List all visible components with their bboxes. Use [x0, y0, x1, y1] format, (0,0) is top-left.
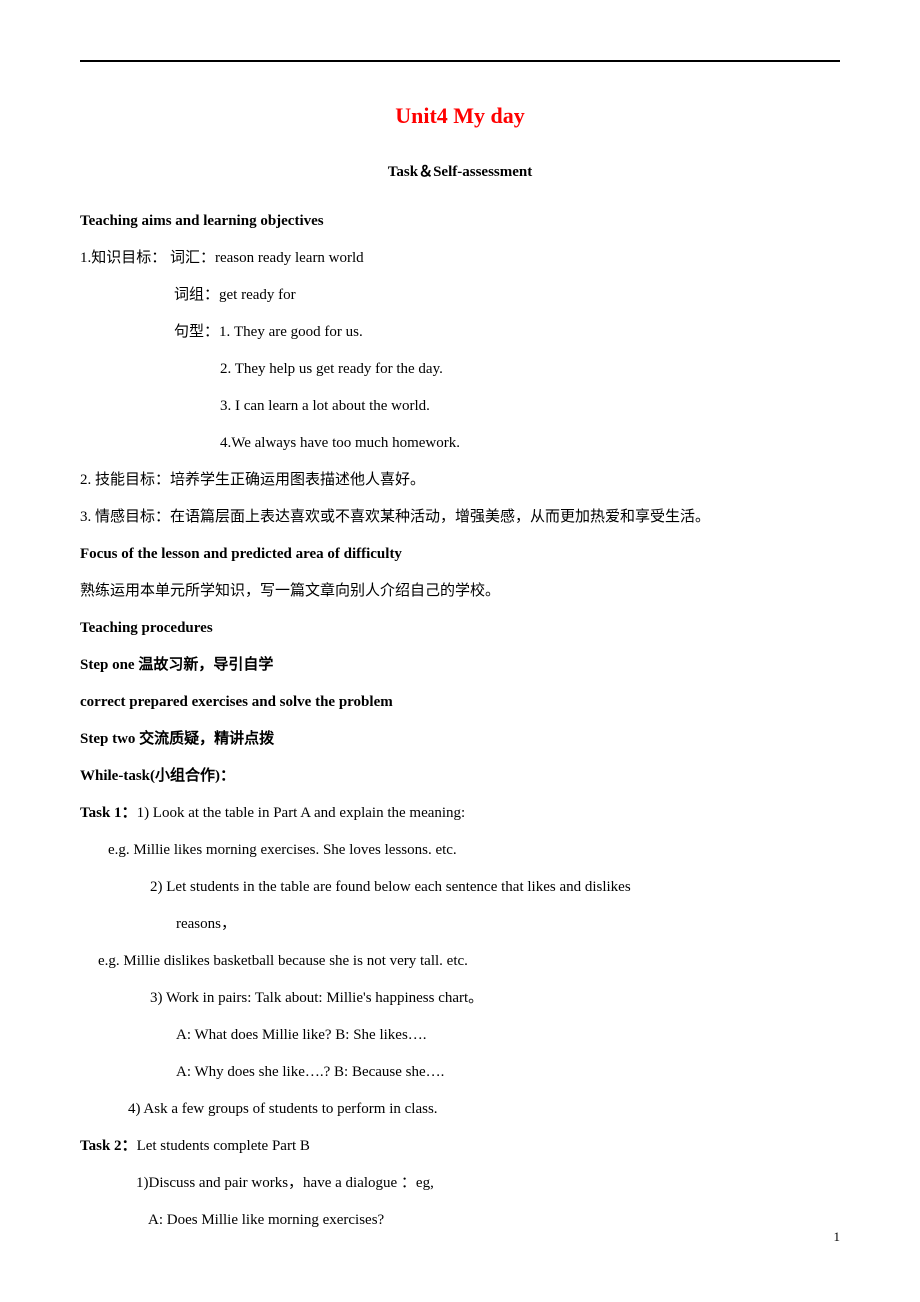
task2-1: 1)Discuss and pair works，have a dialogue…	[80, 1167, 840, 1200]
focus-heading: Focus of the lesson and predicted area o…	[80, 538, 840, 571]
aim1-sentence4: 4.We always have too much homework.	[80, 427, 840, 460]
page-number: 1	[834, 1223, 841, 1252]
task1-1: 1) Look at the table in Part A and expla…	[137, 805, 466, 821]
step2-heading: Step two 交流质疑，精讲点拨	[80, 723, 840, 756]
aim1-sentence3: 3. I can learn a lot about the world.	[80, 390, 840, 423]
aims-heading: Teaching aims and learning objectives	[80, 205, 840, 238]
task1-2b: reasons，	[80, 908, 840, 941]
aim1-vocab: 1.知识目标： 词汇：reason ready learn world	[80, 242, 840, 275]
focus-body: 熟练运用本单元所学知识，写一篇文章向别人介绍自己的学校。	[80, 575, 840, 608]
step1-heading: Step one 温故习新，导引自学	[80, 649, 840, 682]
aim1-phrase: 词组：get ready for	[80, 279, 840, 312]
task1-2: 2) Let students in the table are found b…	[80, 871, 840, 904]
aim1-sentence2: 2. They help us get ready for the day.	[80, 353, 840, 386]
step1-body: correct prepared exercises and solve the…	[80, 686, 840, 719]
aim2: 2. 技能目标：培养学生正确运用图表描述他人喜好。	[80, 464, 840, 497]
task1-label: Task 1：	[80, 805, 137, 821]
task1-3a: A: What does Millie like? B: She likes….	[80, 1019, 840, 1052]
task1-eg1: e.g. Millie likes morning exercises. She…	[80, 834, 840, 867]
task2-1a: A: Does Millie like morning exercises?	[80, 1204, 840, 1237]
task1-4: 4) Ask a few groups of students to perfo…	[80, 1093, 840, 1126]
document-title: Unit4 My day	[80, 92, 840, 140]
top-border	[80, 60, 840, 62]
task1-line: Task 1：1) Look at the table in Part A an…	[80, 797, 840, 830]
task2-line: Task 2：Let students complete Part B	[80, 1130, 840, 1163]
task2-body: Let students complete Part B	[137, 1138, 310, 1154]
aim3: 3. 情感目标：在语篇层面上表达喜欢或不喜欢某种活动，增强美感，从而更加热爱和享…	[80, 501, 840, 534]
task1-eg2: e.g. Millie dislikes basketball because …	[80, 945, 840, 978]
aim1-sentence-label: 句型：1. They are good for us.	[80, 316, 840, 349]
document-subtitle: Task＆Self-assessment	[80, 156, 840, 189]
task1-3b: A: Why does she like….? B: Because she….	[80, 1056, 840, 1089]
task1-3: 3) Work in pairs: Talk about: Millie's h…	[80, 982, 840, 1015]
task2-label: Task 2：	[80, 1138, 137, 1154]
while-task-heading: While-task(小组合作)：	[80, 760, 840, 793]
procedures-heading: Teaching procedures	[80, 612, 840, 645]
